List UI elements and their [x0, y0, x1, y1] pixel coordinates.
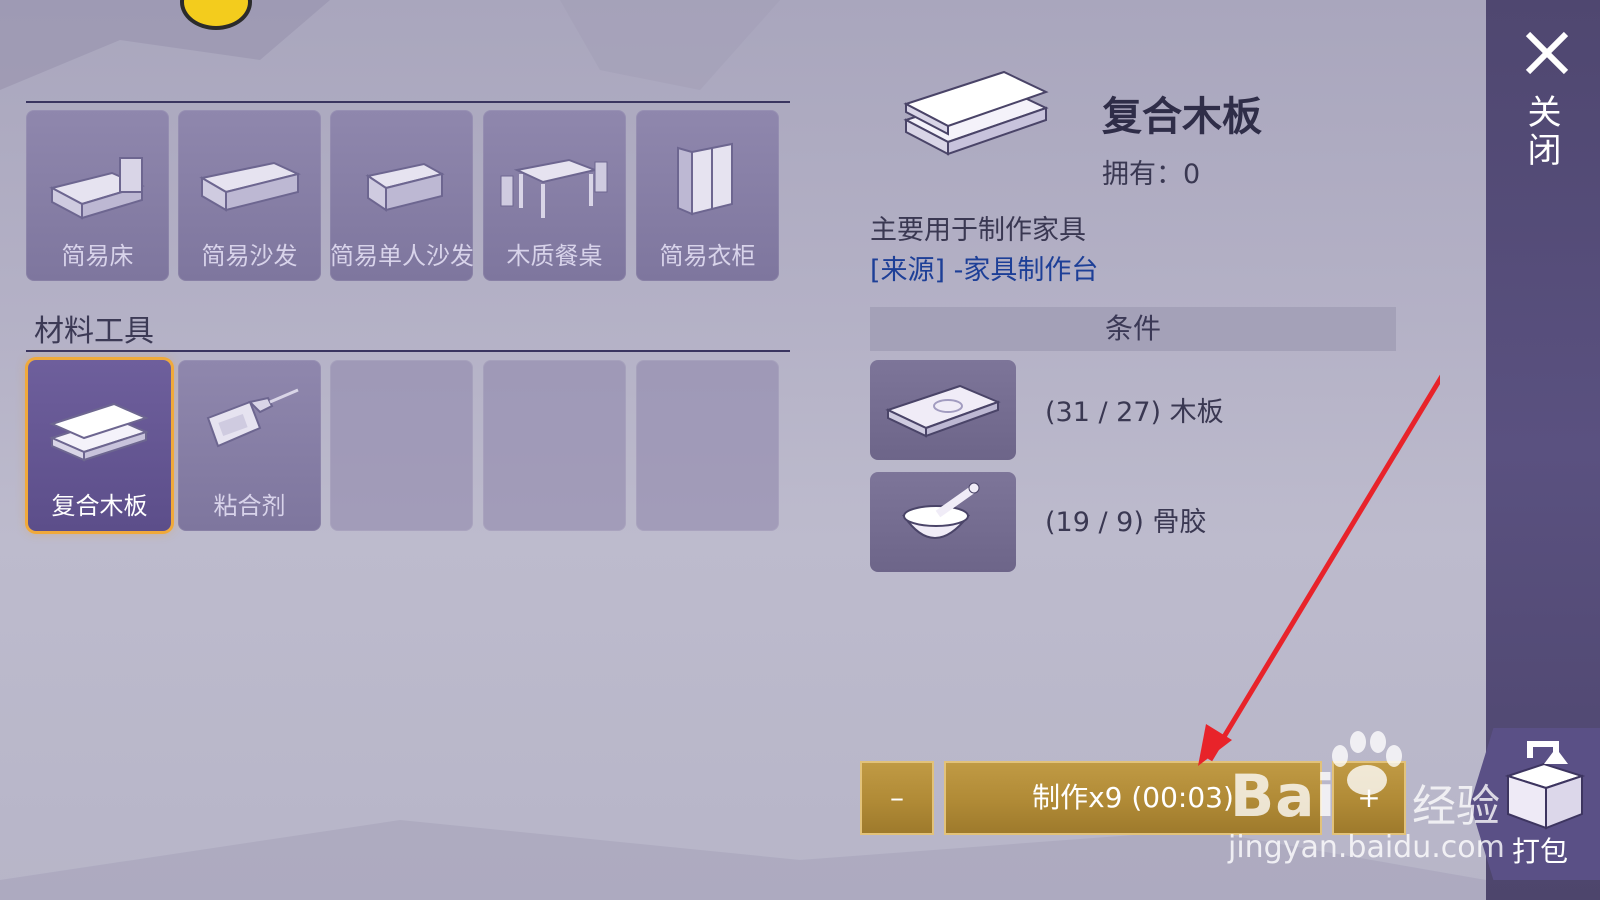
- furniture-slot-sofa[interactable]: 简易沙发: [178, 110, 321, 281]
- close-label[interactable]: 关闭: [1521, 94, 1566, 170]
- bed-icon: [49, 157, 145, 220]
- paw-logo-icon: [1332, 731, 1402, 795]
- watermark-brand: Bai: [1230, 762, 1337, 830]
- material-slot-composite-board[interactable]: 复合木板: [28, 360, 171, 531]
- sofa-icon: [199, 161, 302, 212]
- detail-item-icon: [903, 70, 1049, 156]
- furniture-label: 简易沙发: [201, 242, 298, 270]
- detail-owned-count: 拥有：0: [1102, 159, 1201, 190]
- annotation-arrow: [1198, 374, 1440, 766]
- composite-board-icon: [49, 402, 149, 462]
- detail-source-link[interactable]: [来源] -家具制作台: [870, 248, 1098, 287]
- condition-icon-box: [870, 360, 1016, 460]
- material-label: 复合木板: [51, 492, 148, 520]
- close-icon[interactable]: [1524, 30, 1570, 76]
- watermark-url: jingyan.baidu.com: [1228, 830, 1505, 865]
- furniture-slot-dining-table[interactable]: 木质餐桌: [483, 110, 626, 281]
- bone-glue-icon: [902, 482, 980, 539]
- material-slot-glue[interactable]: 粘合剂: [178, 360, 321, 531]
- dining-table-icon: [500, 158, 608, 218]
- condition-icon-box: [870, 472, 1016, 572]
- detail-description: 主要用于制作家具: [870, 215, 1086, 246]
- game-logo-badge: [180, 0, 252, 30]
- materials-section-divider: [26, 350, 790, 352]
- armchair-icon: [365, 162, 445, 212]
- decrease-quantity-button[interactable]: –: [860, 761, 934, 835]
- furniture-label: 木质餐桌: [506, 242, 603, 270]
- material-slot-empty: [636, 360, 779, 531]
- material-slot-empty: [483, 360, 626, 531]
- furniture-section-divider: [26, 101, 790, 103]
- materials-section-title: 材料工具: [34, 314, 154, 349]
- furniture-label: 简易衣柜: [659, 242, 756, 270]
- pack-label[interactable]: 打包: [1512, 830, 1568, 870]
- watermark-cn: 经验: [1412, 781, 1500, 832]
- pack-box-icon: [1504, 741, 1586, 830]
- furniture-label: 简易床: [61, 242, 134, 270]
- glue-bottle-icon: [206, 388, 299, 448]
- furniture-slot-armchair[interactable]: 简易单人沙发: [330, 110, 474, 281]
- furniture-label: 简易单人沙发: [330, 242, 474, 270]
- conditions-header: 条件: [870, 307, 1396, 351]
- material-label: 粘合剂: [213, 492, 286, 520]
- wardrobe-icon: [677, 142, 733, 216]
- detail-item-name: 复合木板: [1102, 94, 1262, 140]
- material-slot-empty: [330, 360, 473, 531]
- wood-plank-icon: [885, 384, 1001, 438]
- furniture-slot-wardrobe[interactable]: 简易衣柜: [636, 110, 779, 281]
- furniture-slot-bed[interactable]: 简易床: [26, 110, 169, 281]
